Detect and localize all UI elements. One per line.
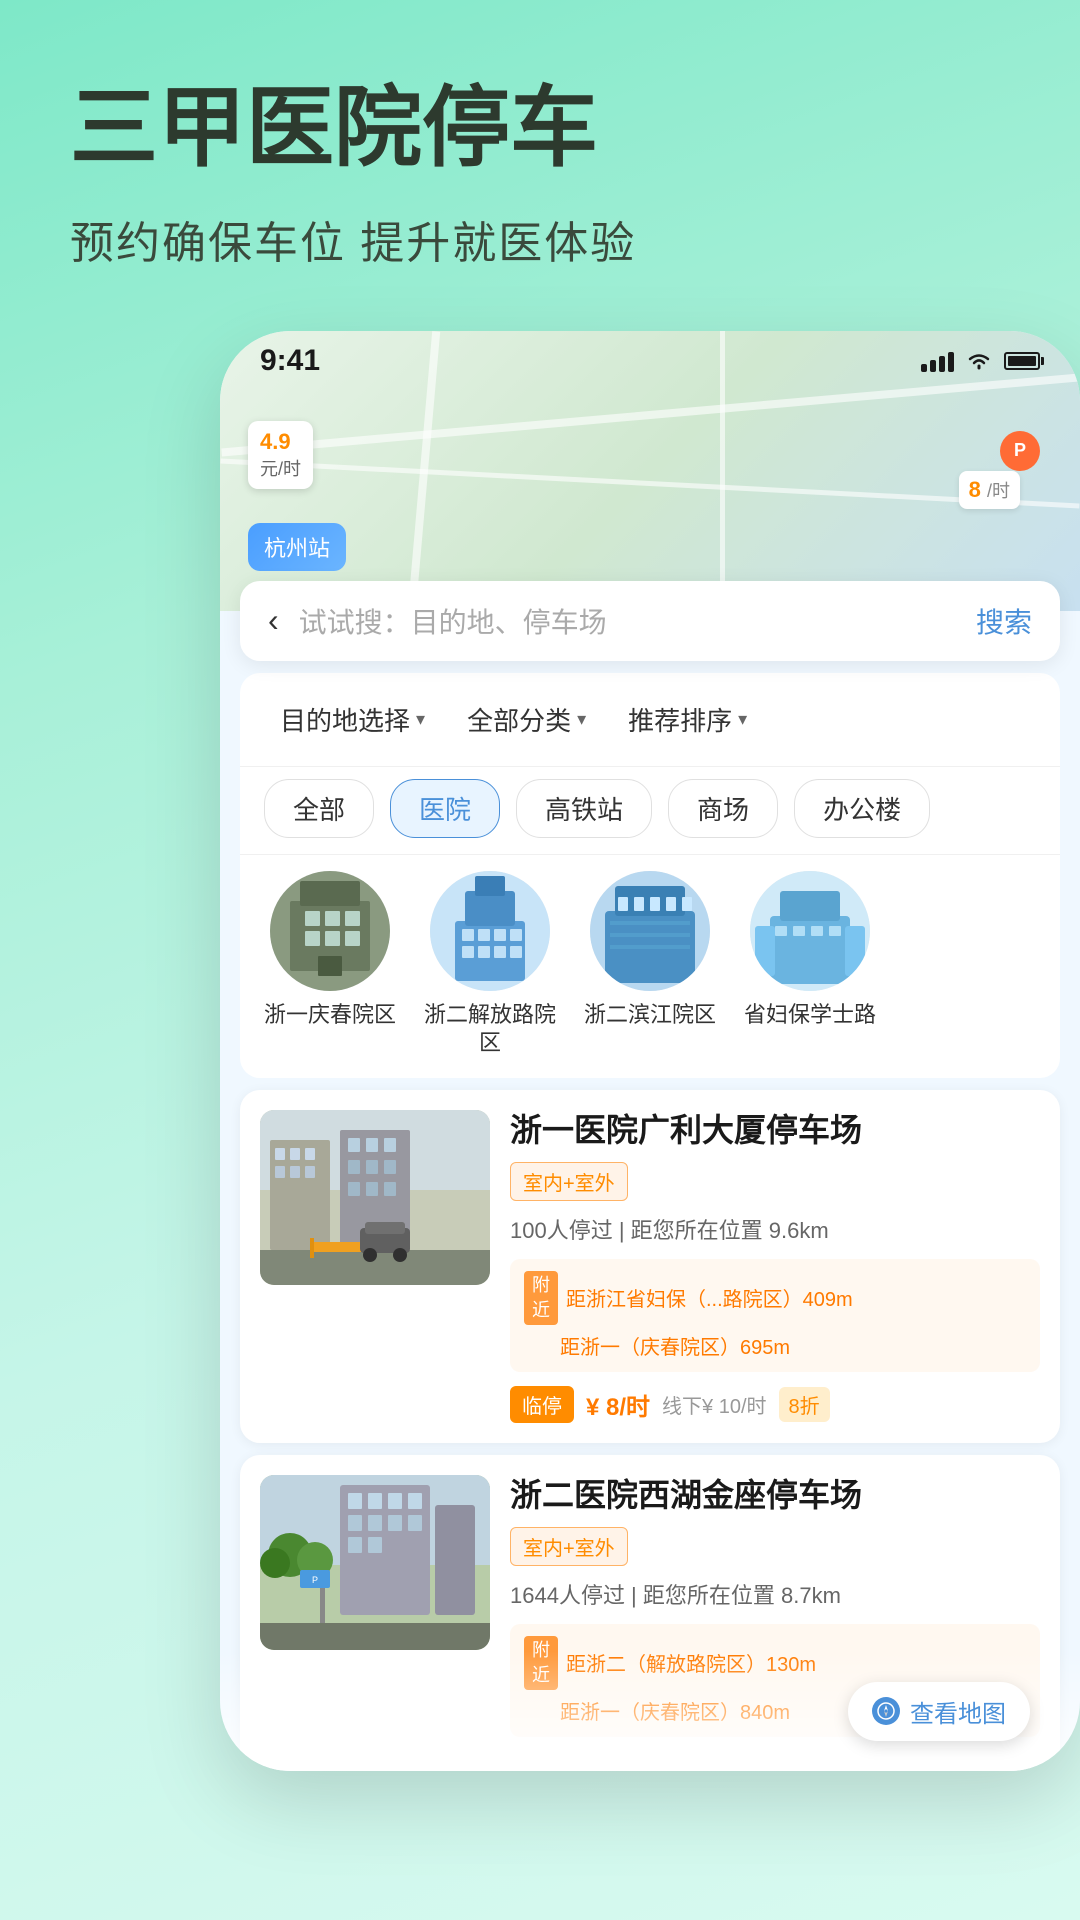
compass-icon: [877, 1702, 895, 1720]
map-station-badge: 杭州站: [248, 523, 346, 571]
destination-filter[interactable]: 目的地选择 ▾: [264, 693, 441, 746]
hospital-row: 浙一庆春院区: [240, 855, 1060, 1078]
card-1-price-row: 临停 ¥ 8/时 线下¥ 10/时 8折: [510, 1386, 1040, 1423]
nearby-dist-1: 距浙江省妇保（...路院区）409m: [566, 1283, 853, 1312]
destination-filter-label: 目的地选择: [280, 701, 410, 738]
hospital-circle-4: [750, 871, 870, 991]
parking-img-1: [260, 1110, 490, 1285]
map-view-label: 查看地图: [910, 1694, 1006, 1729]
category-filter[interactable]: 全部分类 ▾: [451, 693, 602, 746]
cat-tag-mall[interactable]: 商场: [668, 779, 778, 838]
status-bar: 9:41: [220, 331, 1080, 391]
wifi-icon: [966, 350, 992, 372]
phone-mockup: 9:41: [220, 331, 1080, 1771]
price-offline-1: 线下¥ 10/时: [662, 1390, 766, 1419]
category-row: 全部 医院 高铁站 商场 办公楼: [240, 767, 1060, 855]
map-view-icon: [872, 1697, 900, 1725]
map-background: 9:41: [220, 331, 1080, 611]
cat-tag-hospital[interactable]: 医院: [390, 779, 500, 838]
filter-row: 目的地选择 ▾ 全部分类 ▾ 推荐排序 ▾: [240, 673, 1060, 767]
status-time: 9:41: [260, 344, 320, 378]
map-price-value-2: 8: [969, 477, 981, 502]
sort-filter-arrow: ▾: [738, 709, 747, 730]
nearby-dist-4: 距浙一（庆春院区）840m: [560, 1696, 790, 1725]
hospital-item-2[interactable]: 浙二解放路院区: [420, 871, 560, 1058]
signal-bar-2: [930, 360, 936, 372]
hospital-img-4: [750, 871, 870, 991]
search-bar[interactable]: ‹ 试试搜：目的地、停车场 搜索: [240, 581, 1060, 661]
card-1-badge: 室内+室外: [510, 1162, 628, 1201]
back-button[interactable]: ‹: [268, 602, 279, 639]
category-filter-label: 全部分类: [467, 701, 571, 738]
hospital-circle-3: [590, 871, 710, 991]
card-1-inner: 浙一医院广利大厦停车场 室内+室外 100人停过 | 距您所在位置 9.6km …: [240, 1090, 1060, 1443]
temp-stop-badge-1: 临停: [510, 1386, 574, 1423]
sort-filter[interactable]: 推荐排序 ▾: [612, 693, 763, 746]
nearby-row-2: 距浙一（庆春院区）695m: [524, 1331, 1026, 1360]
map-view-button[interactable]: 查看地图: [848, 1682, 1030, 1741]
nearby-dist-2: 距浙一（庆春院区）695m: [560, 1331, 790, 1360]
status-icons: [921, 350, 1040, 372]
hospital-circle-1: [270, 871, 390, 991]
battery-fill: [1008, 356, 1036, 366]
price-main-1: ¥ 8/时: [586, 1387, 650, 1422]
hospital-name-4: 省妇保学士路: [744, 1001, 876, 1030]
hospital-name-2: 浙二解放路院区: [420, 1001, 560, 1058]
hospital-img-1: [270, 871, 390, 991]
hero-section: 三甲医院停车 预约确保车位 提升就医体验: [0, 0, 1080, 311]
nearby-dist-3: 距浙二（解放路院区）130m: [566, 1648, 816, 1677]
hero-title: 三甲医院停车: [70, 80, 1010, 177]
hospital-img-2: [430, 871, 550, 991]
battery-icon: [1004, 352, 1040, 370]
card-2-image: P: [260, 1475, 490, 1650]
card-1-nearby: 附近 距浙江省妇保（...路院区）409m 距浙一（庆春院区）695m: [510, 1259, 1040, 1372]
signal-bar-4: [948, 352, 954, 372]
card-1-stats: 100人停过 | 距您所在位置 9.6km: [510, 1213, 1040, 1245]
card-1-title: 浙一医院广利大厦停车场: [510, 1110, 1040, 1152]
cat-tag-railway[interactable]: 高铁站: [516, 779, 652, 838]
category-filter-arrow: ▾: [577, 709, 586, 730]
phone-mockup-container: 9:41: [220, 331, 1080, 1771]
card-1-image: [260, 1110, 490, 1285]
card-1-info: 浙一医院广利大厦停车场 室内+室外 100人停过 | 距您所在位置 9.6km …: [510, 1110, 1040, 1423]
hospital-item-4[interactable]: 省妇保学士路: [740, 871, 880, 1058]
card-2-title: 浙二医院西湖金座停车场: [510, 1475, 1040, 1517]
map-road: [220, 458, 1079, 508]
parking-card-1[interactable]: 浙一医院广利大厦停车场 室内+室外 100人停过 | 距您所在位置 9.6km …: [240, 1090, 1060, 1443]
destination-filter-arrow: ▾: [416, 709, 425, 730]
card-2-badge: 室内+室外: [510, 1527, 628, 1566]
map-station-label: 杭州站: [264, 536, 330, 561]
content-area: 目的地选择 ▾ 全部分类 ▾ 推荐排序 ▾ 全部 医院 高铁站 商场 办公楼: [240, 673, 1060, 1078]
hospital-img-3: [590, 871, 710, 991]
hospital-item-3[interactable]: 浙二滨江院区: [580, 871, 720, 1058]
signal-bar-3: [939, 356, 945, 372]
map-parking-pin: P: [1000, 431, 1040, 471]
cat-tag-office[interactable]: 办公楼: [794, 779, 930, 838]
map-price-value: 4.9: [260, 429, 291, 454]
search-button[interactable]: 搜索: [976, 601, 1032, 641]
nearby-tag-1: 附近: [524, 1271, 558, 1325]
sort-filter-label: 推荐排序: [628, 701, 732, 738]
parking-img-2: P: [260, 1475, 490, 1650]
hospital-item-1[interactable]: 浙一庆春院区: [260, 871, 400, 1058]
nearby-row-1: 附近 距浙江省妇保（...路院区）409m: [524, 1271, 1026, 1325]
map-price-unit-2: /时: [987, 481, 1010, 501]
cat-tag-all[interactable]: 全部: [264, 779, 374, 838]
signal-icon: [921, 350, 954, 372]
parking-card-2[interactable]: P 浙二医院西湖金座停车场 室内+室外 1644人停过 | 距您所在位置 8.7…: [240, 1455, 1060, 1771]
hero-subtitle: 预约确保车位 提升就医体验: [70, 207, 1010, 271]
hospital-circle-2: [430, 871, 550, 991]
map-price-badge: 4.9 元/时: [248, 421, 313, 489]
card-2-stats: 1644人停过 | 距您所在位置 8.7km: [510, 1578, 1040, 1610]
search-input-placeholder[interactable]: 试试搜：目的地、停车场: [299, 601, 976, 641]
map-price-badge-2: 8 /时: [959, 471, 1020, 509]
map-price-unit: 元/时: [260, 459, 301, 479]
nearby-tag-2: 附近: [524, 1636, 558, 1690]
discount-badge-1: 8折: [779, 1387, 830, 1422]
signal-bar-1: [921, 364, 927, 372]
svg-text:P: P: [312, 1575, 318, 1585]
hospital-name-1: 浙一庆春院区: [264, 1001, 396, 1030]
hospital-name-3: 浙二滨江院区: [584, 1001, 716, 1030]
